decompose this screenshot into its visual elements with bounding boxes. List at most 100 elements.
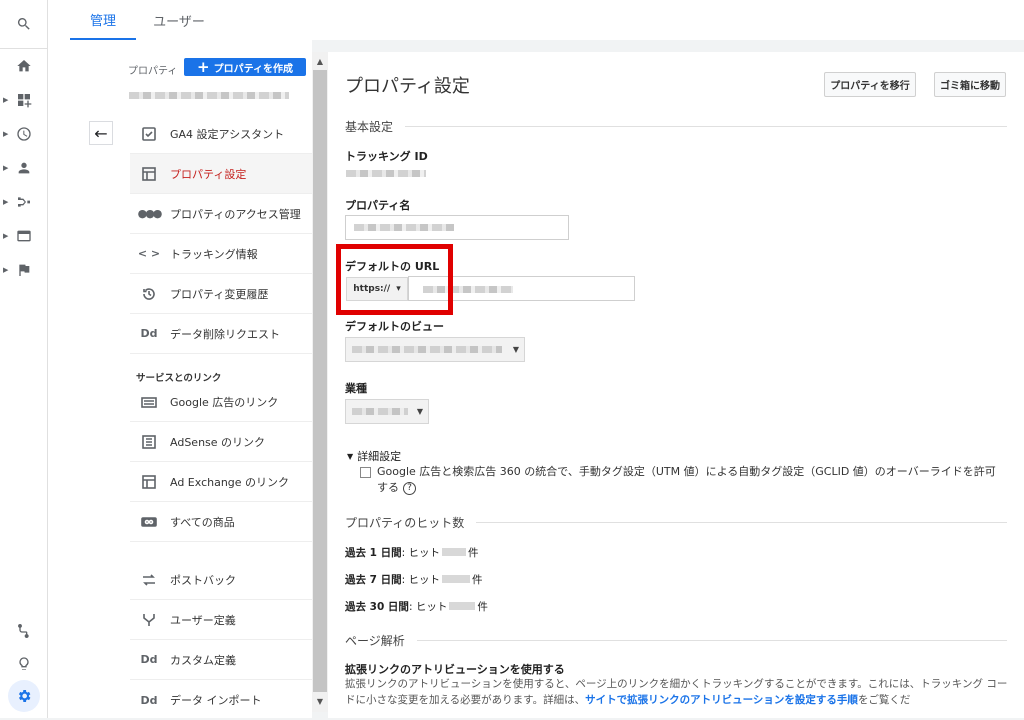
property-settings-panel: プロパティ設定 プロパティを移行 ゴミ箱に移動 基本設定 トラッキング ID プ…: [328, 52, 1024, 718]
help-icon[interactable]: ?: [403, 481, 416, 495]
nav-item-label: プロパティ設定: [170, 167, 247, 181]
override-text: Google 広告と検索広告 360 の統合で、手動タグ設定（UTM 値）による…: [377, 464, 1002, 496]
hits-count-redacted: [442, 575, 471, 583]
basic-settings-heading: 基本設定: [345, 118, 1007, 135]
tab-users[interactable]: ユーザー: [144, 0, 214, 40]
discover-lightbulb-icon[interactable]: [0, 648, 48, 680]
top-tab-bar: 管理 ユーザー: [48, 0, 1024, 40]
behavior-icon[interactable]: ▶: [0, 220, 48, 252]
adsense-icon: [134, 434, 164, 450]
hits-period: 過去 30 日間: [345, 601, 409, 613]
move-to-trash-button[interactable]: ゴミ箱に移動: [934, 72, 1006, 97]
nav-item-all-products[interactable]: すべての商品: [130, 502, 312, 542]
enhanced-link-description: 拡張リンクのアトリビューションを使用すると、ページ上のリンクを細かくトラッキング…: [345, 676, 1011, 708]
nav-item-access-management[interactable]: ●●● プロパティのアクセス管理: [130, 194, 312, 234]
nav-item-adexchange-link[interactable]: Ad Exchange のリンク: [130, 462, 312, 502]
nav-item-data-deletion[interactable]: Dd データ削除リクエスト: [130, 314, 312, 354]
section-title: 基本設定: [345, 120, 394, 134]
acquisition-icon[interactable]: ▶: [0, 186, 48, 218]
tracking-id-value: [346, 170, 426, 177]
hits-heading: プロパティのヒット数: [345, 514, 1007, 531]
nav-item-label: ポストバック: [170, 573, 236, 587]
attribution-icon[interactable]: [0, 614, 48, 646]
property-selector[interactable]: [129, 92, 289, 99]
page-title: プロパティ設定: [345, 76, 470, 97]
property-name-value: [354, 224, 454, 231]
home-icon[interactable]: [0, 50, 48, 82]
hits-text: : ヒット: [408, 601, 448, 613]
nav-item-label: データ削除リクエスト: [170, 327, 280, 341]
nav-item-label: Ad Exchange のリンク: [170, 475, 290, 489]
link-icon: [134, 514, 164, 530]
nav-item-data-import[interactable]: Dd データ インポート: [130, 680, 312, 720]
industry-label: 業種: [345, 382, 367, 395]
audience-person-icon[interactable]: ▶: [0, 152, 48, 184]
hits-unit: 件: [468, 547, 479, 559]
hits-count-redacted: [449, 602, 476, 610]
advanced-settings-label: 詳細設定: [357, 450, 402, 463]
industry-select[interactable]: ▼: [345, 399, 429, 424]
move-property-button[interactable]: プロパティを移行: [824, 72, 916, 97]
tab-admin[interactable]: 管理: [70, 0, 136, 40]
search-icon[interactable]: [0, 8, 48, 40]
property-label: プロパティ: [128, 66, 178, 77]
industry-value: [352, 408, 408, 415]
nav-item-label: トラッキング情報: [170, 247, 258, 261]
adexchange-icon: [134, 474, 164, 490]
dd-icon: Dd: [140, 653, 158, 666]
page-analysis-heading: ページ解析: [345, 632, 1007, 649]
property-column: プロパティ + プロパティを作成 ← GA4 設定アシスタント プロパティ設定 …: [48, 40, 312, 718]
admin-gear-icon[interactable]: [0, 680, 48, 712]
nav-item-label: ユーザー定義: [170, 613, 236, 627]
back-arrow-icon[interactable]: ←: [89, 121, 113, 145]
scroll-thumb[interactable]: [313, 70, 327, 692]
hits-unit: 件: [472, 574, 483, 586]
default-view-select[interactable]: ▼: [345, 337, 525, 362]
dropdown-caret-icon: ▼: [416, 407, 423, 416]
ads-icon: [134, 394, 164, 410]
expand-caret-icon: ▼: [347, 451, 354, 461]
realtime-clock-icon[interactable]: ▶: [0, 118, 48, 150]
enhanced-link-help-link[interactable]: サイトで拡張リンクのアトリビューションを設定する手順: [585, 694, 858, 706]
nav-item-label: プロパティ変更履歴: [170, 287, 269, 301]
nav-item-custom-definitions[interactable]: Dd カスタム定義: [130, 640, 312, 680]
divider: [476, 522, 1007, 523]
advanced-settings-toggle[interactable]: ▼ 詳細設定: [347, 448, 401, 464]
left-rail: ▶ ▶ ▶ ▶ ▶ ▶: [0, 0, 48, 718]
history-icon: [134, 286, 164, 302]
hits-7-days: 過去 7 日間: ヒット 件: [345, 572, 483, 587]
nav-item-tracking-info[interactable]: < > トラッキング情報: [130, 234, 312, 274]
divider: [405, 126, 1007, 127]
default-view-value: [352, 346, 502, 353]
section-title: プロパティのヒット数: [345, 516, 465, 530]
default-view-label: デフォルトのビュー: [345, 320, 444, 333]
create-property-button[interactable]: + プロパティを作成: [184, 58, 306, 76]
hits-30-days: 過去 30 日間: ヒット 件: [345, 599, 488, 614]
postback-icon: [134, 572, 164, 588]
nav-item-property-settings[interactable]: プロパティ設定: [130, 154, 312, 194]
dropdown-caret-icon: ▼: [512, 345, 519, 354]
dd-icon: Dd: [140, 327, 158, 340]
fork-icon: [134, 612, 164, 628]
hits-text: : ヒット: [401, 547, 441, 559]
plus-icon: +: [197, 57, 210, 76]
hits-1-day: 過去 1 日間: ヒット 件: [345, 545, 479, 560]
code-icon: < >: [137, 247, 161, 260]
property-name-label: プロパティ名: [345, 199, 411, 212]
highlight-annotation-box: [336, 244, 453, 315]
override-checkbox[interactable]: [360, 467, 371, 478]
scroll-up-arrow-icon[interactable]: ▲: [312, 54, 328, 68]
nav-item-change-history[interactable]: プロパティ変更履歴: [130, 274, 312, 314]
customization-icon[interactable]: ▶: [0, 84, 48, 116]
scroll-down-arrow-icon[interactable]: ▼: [312, 694, 328, 708]
nav-item-user-definitions[interactable]: ユーザー定義: [130, 600, 312, 640]
nav-item-adsense-link[interactable]: AdSense のリンク: [130, 422, 312, 462]
nav-item-ga4-assistant[interactable]: GA4 設定アシスタント: [130, 114, 312, 154]
hits-period: 過去 1 日間: [345, 547, 402, 559]
section-title: ページ解析: [345, 634, 405, 648]
nav-item-google-ads-link[interactable]: Google 広告のリンク: [130, 382, 312, 422]
property-name-input[interactable]: [345, 215, 569, 240]
conversions-flag-icon[interactable]: ▶: [0, 254, 48, 286]
nav-item-postback[interactable]: ポストバック: [130, 560, 312, 600]
divider: [416, 640, 1007, 641]
